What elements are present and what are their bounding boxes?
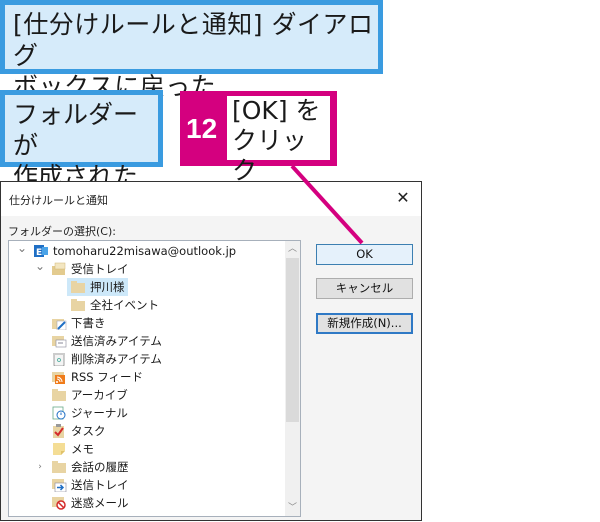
folder-icon bbox=[51, 388, 67, 402]
folder-icon bbox=[70, 280, 86, 294]
folder-icon bbox=[51, 460, 67, 474]
tree-item[interactable]: 送信済みアイテム bbox=[9, 332, 284, 350]
vertical-scrollbar[interactable]: ︿ ﹀ bbox=[285, 241, 300, 516]
drafts-icon bbox=[51, 316, 67, 331]
callout-line: [OK] を bbox=[232, 96, 321, 125]
tree-item-label: アーカイブ bbox=[71, 388, 128, 402]
chevron-down-icon[interactable]: ⌄ bbox=[35, 257, 45, 275]
chevron-right-icon[interactable]: › bbox=[35, 458, 45, 476]
folder-tree[interactable]: ︿ ﹀ ⌄ Etomoharu22misawa@outlook.jp ⌄ 受信トレイ押… bbox=[8, 240, 301, 517]
callout-step-12: 12 [OK] を クリック bbox=[180, 91, 337, 185]
folder-select-label: フォルダーの選択(C): bbox=[8, 225, 116, 238]
tree-item-label: 会話の履歴 bbox=[71, 460, 129, 474]
chevron-down-icon[interactable]: ⌄ bbox=[17, 241, 27, 257]
tree-item[interactable]: ⌄ Etomoharu22misawa@outlook.jp bbox=[9, 241, 284, 260]
folder-icon bbox=[70, 298, 86, 312]
tree-item-label: 迷惑メール bbox=[71, 496, 129, 510]
tree-item-label: 送信済みアイテム bbox=[71, 334, 162, 348]
tree-item-label: 受信トレイ bbox=[71, 262, 129, 276]
step-instruction: [OK] を クリック bbox=[227, 96, 330, 185]
notes-icon bbox=[51, 442, 67, 456]
title-bar: 仕分けルールと通知 ✕ bbox=[1, 182, 421, 216]
cancel-button[interactable]: キャンセル bbox=[316, 278, 413, 299]
tree-item-label: 削除済みアイテム bbox=[71, 352, 162, 366]
callout-line: [仕分けルールと通知] ダイアログ bbox=[13, 10, 374, 70]
tree-item[interactable]: 下書き bbox=[9, 314, 284, 332]
exchange-account-icon: E bbox=[33, 244, 49, 258]
callout-dialog-returned: [仕分けルールと通知] ダイアログ ボックスに戻った bbox=[0, 0, 383, 101]
tree-item[interactable]: ジャーナル bbox=[9, 404, 284, 422]
new-folder-button[interactable]: 新規作成(N)... bbox=[316, 313, 413, 334]
tree-item[interactable]: RSS フィード bbox=[9, 368, 284, 386]
tree-item-label: 送信トレイ bbox=[71, 478, 129, 492]
junk-icon bbox=[51, 496, 67, 510]
tree-item-label: RSS フィード bbox=[71, 370, 144, 384]
callout-line: フォルダーが bbox=[13, 100, 139, 160]
tree-item-label: ジャーナル bbox=[71, 406, 128, 420]
journal-icon bbox=[51, 406, 67, 420]
tree-item-label: メモ bbox=[71, 442, 94, 456]
close-icon[interactable]: ✕ bbox=[393, 188, 413, 208]
tree-item-label: タスク bbox=[71, 424, 106, 438]
ok-button[interactable]: OK bbox=[316, 244, 413, 265]
inbox-icon bbox=[51, 262, 67, 276]
tree-item-label: 全社イベント bbox=[90, 298, 159, 312]
tree-item[interactable]: タスク bbox=[9, 422, 284, 440]
tree-item-label: tomoharu22misawa@outlook.jp bbox=[53, 244, 237, 258]
dialog-title: 仕分けルールと通知 bbox=[9, 194, 108, 207]
tree-item[interactable]: アーカイブ bbox=[9, 386, 284, 404]
scroll-thumb[interactable] bbox=[286, 258, 299, 422]
step-number: 12 bbox=[186, 113, 218, 144]
rss-icon bbox=[51, 370, 67, 384]
tree-item[interactable]: 削除済みアイテム bbox=[9, 350, 284, 368]
dialog-body: フォルダーの選択(C): ︿ ﹀ ⌄ Etomoharu22misawa@outl… bbox=[1, 216, 421, 520]
callout-folder-created: フォルダーが 作成された bbox=[0, 90, 163, 191]
tree-item[interactable]: › 会話の履歴 bbox=[9, 458, 284, 476]
callout-line: クリック bbox=[232, 126, 308, 185]
tree-item[interactable]: 押川様 bbox=[9, 278, 284, 296]
sent-items-icon bbox=[51, 334, 67, 348]
tree-item[interactable]: 迷惑メール bbox=[9, 494, 284, 512]
tree-item[interactable]: 送信トレイ bbox=[9, 476, 284, 494]
tasks-icon bbox=[51, 424, 67, 438]
scroll-down-icon[interactable]: ﹀ bbox=[285, 500, 300, 516]
tree-item[interactable]: ⌄ 受信トレイ bbox=[9, 257, 284, 278]
trash-icon bbox=[51, 352, 67, 367]
tree-item[interactable]: 全社イベント bbox=[9, 296, 284, 314]
tree-item[interactable]: メモ bbox=[9, 440, 284, 458]
tree-item-label: 下書き bbox=[71, 316, 106, 330]
rules-and-alerts-dialog: 仕分けルールと通知 ✕ フォルダーの選択(C): ︿ ﹀ ⌄ Etomoharu2… bbox=[0, 181, 422, 521]
scroll-up-icon[interactable]: ︿ bbox=[285, 241, 300, 257]
outbox-icon bbox=[51, 478, 67, 493]
